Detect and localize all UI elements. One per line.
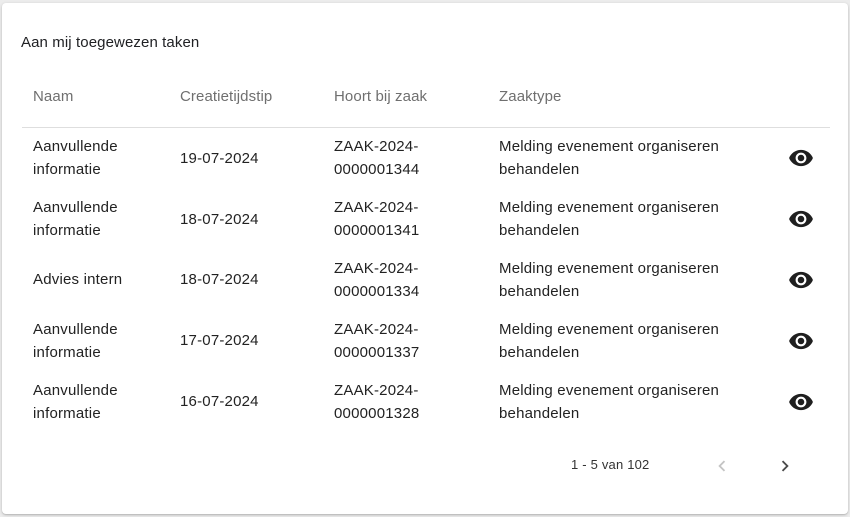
table-body: Aanvullende informatie 19-07-2024 ZAAK-2… (22, 128, 830, 432)
eye-icon (788, 393, 813, 410)
previous-page-button[interactable] (707, 451, 737, 481)
table-header-row: Naam Creatietijdstip Hoort bij zaak Zaak… (22, 65, 830, 128)
paginator: 1 - 5 van 102 (2, 451, 848, 481)
eye-icon (788, 271, 813, 289)
row-actions (771, 264, 830, 296)
cell-creatietijdstip: 19-07-2024 (180, 149, 259, 167)
cell-creatietijdstip: 18-07-2024 (180, 271, 259, 289)
card-title: Aan mij toegewezen taken (21, 34, 200, 51)
cell-naam: Aanvullende informatie (33, 138, 118, 179)
cell-creatietijdstip: 17-07-2024 (180, 332, 259, 350)
view-task-button[interactable] (785, 264, 817, 296)
chevron-right-icon (781, 460, 789, 472)
eye-icon (788, 150, 813, 167)
cell-naam: Aanvullende informatie (33, 199, 118, 240)
cell-zaak: ZAAK-2024-0000001334 (334, 259, 420, 300)
next-page-button[interactable] (770, 451, 800, 481)
cell-zaaktype: Melding evenement organiseren behandelen (499, 320, 720, 361)
cell-naam: Aanvullende informatie (33, 381, 118, 422)
cell-zaak: ZAAK-2024-0000001328 (334, 381, 420, 422)
row-actions (771, 142, 830, 174)
column-header-zaaktype: Zaaktype (499, 87, 562, 105)
eye-icon (788, 211, 813, 228)
row-actions (771, 325, 830, 357)
tasks-table: Naam Creatietijdstip Hoort bij zaak Zaak… (22, 65, 830, 432)
table-row: Aanvullende informatie 17-07-2024 ZAAK-2… (22, 310, 830, 371)
cell-zaak: ZAAK-2024-0000001337 (334, 320, 420, 361)
view-task-button[interactable] (785, 386, 817, 418)
cell-zaaktype: Melding evenement organiseren behandelen (499, 259, 720, 300)
view-task-button[interactable] (785, 142, 817, 174)
chevron-left-icon (718, 460, 726, 472)
eye-icon (788, 332, 813, 349)
table-row: Aanvullende informatie 16-07-2024 ZAAK-2… (22, 371, 830, 432)
view-task-button[interactable] (785, 203, 817, 235)
cell-zaaktype: Melding evenement organiseren behandelen (499, 138, 720, 179)
row-actions (771, 386, 830, 418)
cell-zaaktype: Melding evenement organiseren behandelen (499, 199, 720, 240)
tasks-card: Aan mij toegewezen taken Naam Creatietij… (2, 3, 848, 514)
column-header-hoort-bij-zaak: Hoort bij zaak (334, 87, 428, 105)
cell-zaak: ZAAK-2024-0000001344 (334, 138, 420, 179)
column-header-naam: Naam (33, 87, 74, 105)
table-row: Aanvullende informatie 18-07-2024 ZAAK-2… (22, 189, 830, 250)
column-header-creatietijdstip: Creatietijdstip (180, 87, 273, 105)
cell-naam: Advies intern (33, 271, 123, 289)
paginator-range-label: 1 - 5 van 102 (571, 457, 650, 472)
table-row: Advies intern 18-07-2024 ZAAK-2024-00000… (22, 250, 830, 311)
row-actions (771, 203, 830, 235)
cell-creatietijdstip: 16-07-2024 (180, 393, 259, 411)
cell-zaak: ZAAK-2024-0000001341 (334, 199, 420, 240)
cell-zaaktype: Melding evenement organiseren behandelen (499, 381, 720, 422)
table-row: Aanvullende informatie 19-07-2024 ZAAK-2… (22, 128, 830, 189)
cell-naam: Aanvullende informatie (33, 320, 118, 361)
view-task-button[interactable] (785, 325, 817, 357)
cell-creatietijdstip: 18-07-2024 (180, 210, 259, 228)
